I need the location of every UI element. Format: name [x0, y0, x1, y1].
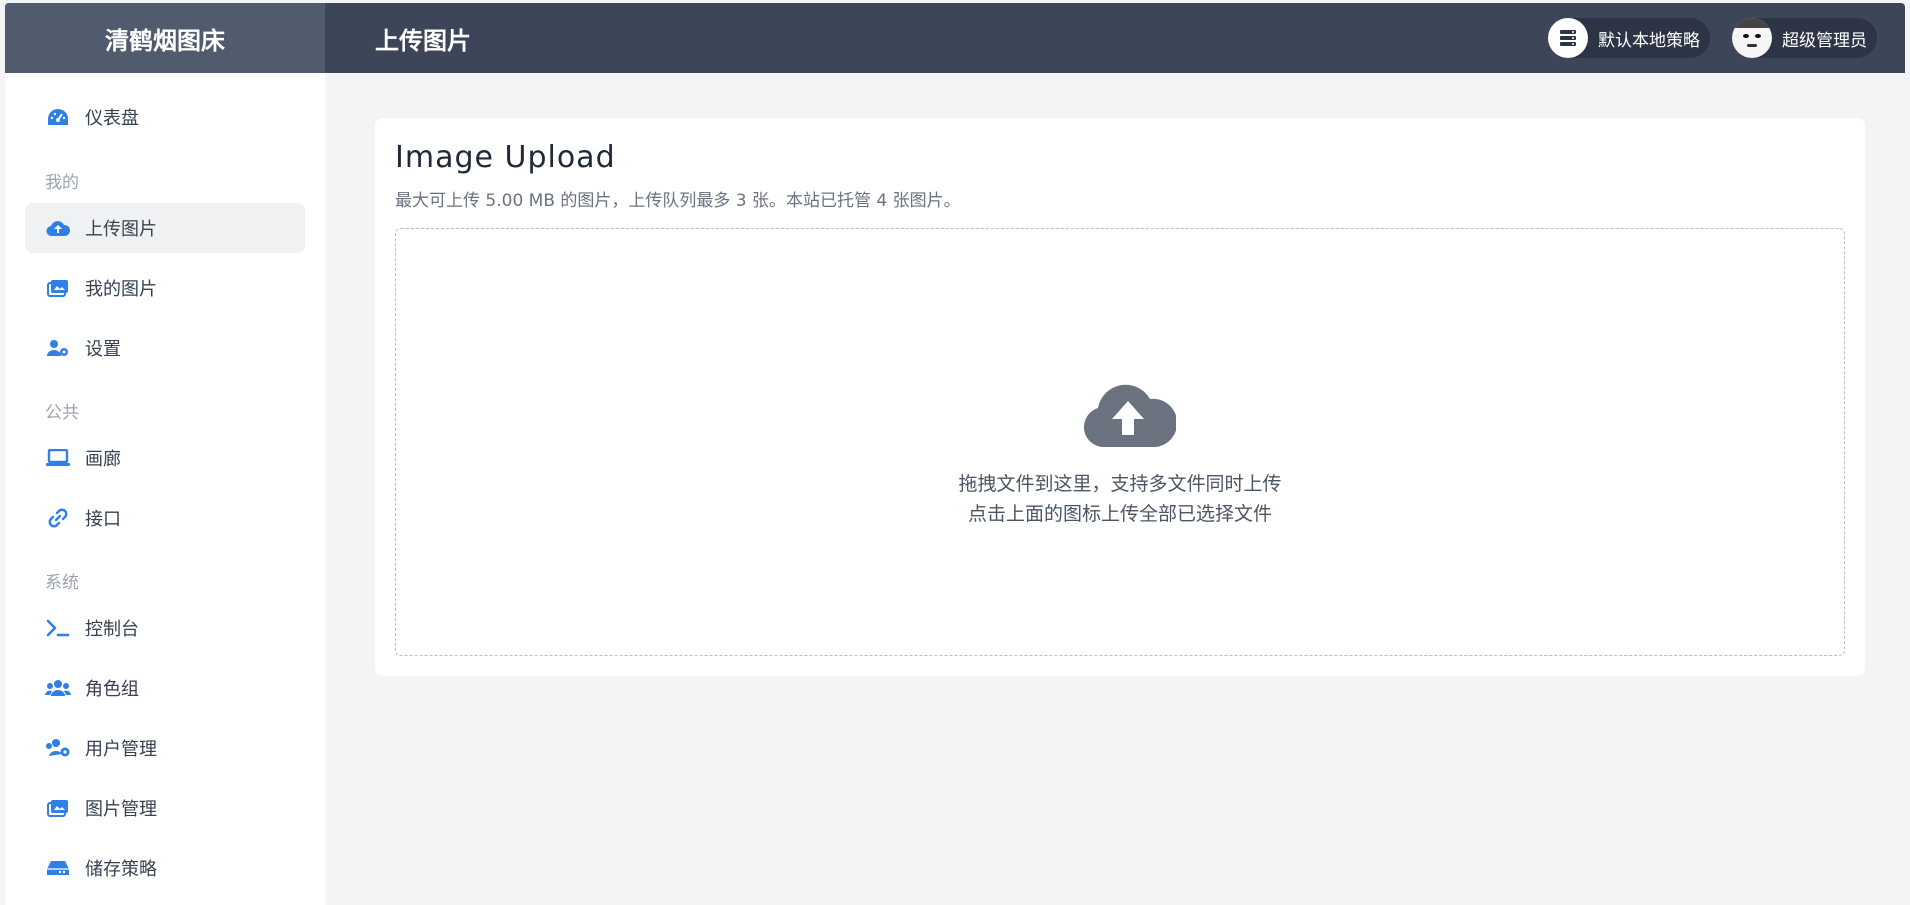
sidebar-item-console[interactable]: 控制台: [25, 603, 305, 653]
strategy-label: 默认本地策略: [1598, 30, 1700, 51]
users-gear-icon: [45, 737, 71, 759]
sidebar-item-label: 角色组: [85, 679, 139, 700]
sidebar-item-label: 用户管理: [85, 739, 157, 760]
sidebar-item-label: 上传图片: [85, 219, 157, 240]
sidebar-item-label: 我的图片: [85, 279, 157, 300]
sidebar-item-label: 仪表盘: [85, 108, 139, 129]
brand-title[interactable]: 清鹤烟图床: [5, 3, 325, 73]
sidebar-item-label: 画廊: [85, 449, 121, 470]
sidebar-item-gallery[interactable]: 画廊: [25, 433, 305, 483]
images-icon: [45, 797, 71, 819]
upload-card: Image Upload 最大可上传 5.00 MB 的图片，上传队列最多 3 …: [375, 118, 1865, 676]
user-gear-icon: [45, 337, 71, 359]
user-label: 超级管理员: [1782, 30, 1867, 51]
storage-strategy-button[interactable]: 默认本地策略: [1548, 18, 1710, 58]
sidebar-item-settings[interactable]: 设置: [25, 323, 305, 373]
sidebar-item-roles[interactable]: 角色组: [25, 663, 305, 713]
dropzone-hint-line1: 拖拽文件到这里，支持多文件同时上传: [958, 473, 1282, 495]
sidebar-item-label: 储存策略: [85, 859, 157, 880]
dropzone-hint-line2: 点击上面的图标上传全部已选择文件: [967, 503, 1272, 525]
sidebar-item-label: 控制台: [85, 619, 139, 640]
sidebar-item-label: 设置: [85, 339, 121, 360]
sidebar-item-my-images[interactable]: 我的图片: [25, 263, 305, 313]
images-icon: [45, 277, 71, 299]
top-header: 清鹤烟图床 上传图片 默认本地策略 超级管理员: [5, 3, 1905, 73]
sidebar-item-user-mgmt[interactable]: 用户管理: [25, 723, 305, 773]
users-icon: [45, 677, 71, 699]
link-icon: [45, 507, 71, 529]
page-title: 上传图片: [375, 26, 471, 55]
section-label-mine: 我的: [45, 173, 79, 193]
cloud-upload-icon[interactable]: [1080, 379, 1178, 449]
laptop-icon: [45, 447, 71, 469]
server-icon: [1548, 18, 1588, 58]
avatar: [1732, 18, 1772, 58]
sidebar-item-upload[interactable]: 上传图片: [25, 203, 305, 253]
sidebar-item-label: 接口: [85, 509, 121, 530]
section-label-public: 公共: [45, 403, 79, 423]
upload-subtitle: 最大可上传 5.00 MB 的图片，上传队列最多 3 张。本站已托管 4 张图片…: [395, 191, 961, 211]
upload-dropzone[interactable]: 拖拽文件到这里，支持多文件同时上传 点击上面的图标上传全部已选择文件: [395, 228, 1845, 656]
sidebar-item-label: 图片管理: [85, 799, 157, 820]
sidebar: 仪表盘 我的 上传图片 我的图片 设置 公共 画廊 接口 系统 控制台 角色组 …: [5, 73, 325, 905]
sidebar-item-api[interactable]: 接口: [25, 493, 305, 543]
sidebar-item-dashboard[interactable]: 仪表盘: [25, 92, 305, 142]
header-actions: 默认本地策略 超级管理员: [1548, 18, 1877, 58]
terminal-icon: [45, 617, 71, 639]
sidebar-item-storage[interactable]: 储存策略: [25, 843, 305, 893]
section-label-system: 系统: [45, 573, 79, 593]
cloud-upload-icon: [45, 217, 71, 239]
sidebar-item-image-mgmt[interactable]: 图片管理: [25, 783, 305, 833]
dashboard-icon: [45, 106, 71, 128]
hard-drive-icon: [45, 857, 71, 879]
user-menu-button[interactable]: 超级管理员: [1732, 18, 1877, 58]
upload-title: Image Upload: [395, 140, 616, 175]
